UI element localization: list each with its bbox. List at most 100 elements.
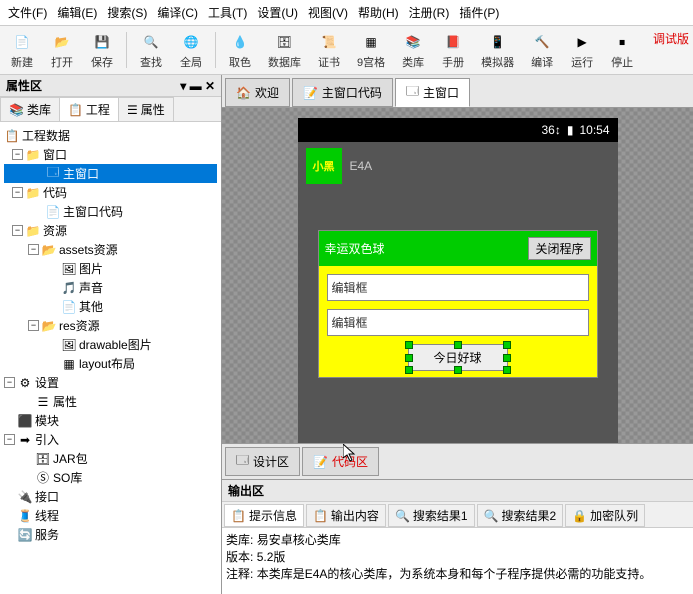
doc-tab[interactable]: 🏠欢迎 [225,78,290,107]
prop-icon: ☰ [127,103,138,117]
menu-view[interactable]: 视图(V) [304,2,352,23]
resize-handle[interactable] [454,341,462,349]
toolbar-stop[interactable]: ⏹停止 [604,28,640,72]
resize-handle[interactable] [405,354,413,362]
resize-handle[interactable] [405,366,413,374]
doc-tab[interactable]: 📝主窗口代码 [292,78,393,107]
menu-tools[interactable]: 工具(T) [204,2,251,23]
doc-tab[interactable]: 🗔主窗口 [395,78,470,107]
tree-jar[interactable]: 🗄JAR包 [4,449,217,468]
resize-handle[interactable] [503,341,511,349]
bottom-tab[interactable]: 🗔设计区 [225,447,300,476]
collapse-icon[interactable]: − [12,149,23,160]
project-tree[interactable]: 📋工程数据 −📁窗口 🗔主窗口 −📁代码 📄主窗口代码 −📁资源 −📂asset… [0,122,221,594]
collapse-icon[interactable]: − [28,320,39,331]
left-tab-prop[interactable]: ☰属性 [118,97,174,121]
tree-other[interactable]: 📄其他 [4,297,217,316]
close-program-button[interactable]: 关闭程序 [528,237,590,260]
signal-icon: 36↕ [542,123,561,137]
tree-code[interactable]: −📁代码 [4,183,217,202]
tree-import[interactable]: −➡引入 [4,430,217,449]
toolbar-book[interactable]: 📕手册 [435,28,471,72]
resize-handle[interactable] [454,366,462,374]
toolbar-compile[interactable]: 🔨编译 [524,28,560,72]
tree-main-code[interactable]: 📄主窗口代码 [4,202,217,221]
tree-layout[interactable]: ▦layout布局 [4,354,217,373]
output-tab[interactable]: 🔍搜索结果2 [477,504,564,527]
toolbar-cert[interactable]: 📜证书 [311,28,347,72]
collapse-icon[interactable]: − [12,187,23,198]
tree-thread[interactable]: 🧵线程 [4,506,217,525]
output-tab[interactable]: 📋提示信息 [224,504,304,527]
toolbar-lib[interactable]: 📚类库 [395,28,431,72]
menu-register[interactable]: 注册(R) [405,2,454,23]
tab-label: 欢迎 [255,84,279,101]
resize-handle[interactable] [503,354,511,362]
tree-property[interactable]: ☰属性 [4,392,217,411]
tree-root[interactable]: 📋工程数据 [4,126,217,145]
toolbar-globe[interactable]: 🌐全局 [173,28,209,72]
toolbar-grid9[interactable]: ▦9宫格 [351,28,391,72]
tree-res[interactable]: −📂res资源 [4,316,217,335]
toolbar-play[interactable]: ▶运行 [564,28,600,72]
music-icon: 🎵 [61,280,77,296]
panel-controls: ▾ ▬ ✕ [180,79,215,93]
menu-help[interactable]: 帮助(H) [354,2,403,23]
resize-handle[interactable] [405,341,413,349]
left-tab-proj[interactable]: 📋工程 [59,97,119,121]
collapse-icon[interactable]: − [4,434,15,445]
tree-image[interactable]: 🖼图片 [4,259,217,278]
compile-icon: 🔨 [530,30,554,54]
panel-title-bar: 属性区 ▾ ▬ ✕ [0,75,221,97]
phone-body[interactable]: 幸运双色球 关闭程序 编辑框 编辑框 今日好球 [298,190,618,443]
output-tab[interactable]: 🔍搜索结果1 [388,504,475,527]
toolbar-folder-open[interactable]: 📂打开 [44,28,80,72]
toolbar-label: 取色 [229,54,251,70]
image-icon: 🖼 [61,337,77,353]
toolbar-phone[interactable]: 📱模拟器 [475,28,520,72]
output-tab[interactable]: 📋输出内容 [306,504,386,527]
tab-label: 代码区 [332,453,368,470]
tree-module[interactable]: ⬛模块 [4,411,217,430]
today-ball-button[interactable]: 今日好球 [408,344,508,371]
collapse-icon[interactable]: − [4,377,15,388]
resize-handle[interactable] [503,366,511,374]
toolbar-dropper[interactable]: 💧取色 [222,28,258,72]
menu-edit[interactable]: 编辑(E) [53,2,101,23]
output-tab[interactable]: 🔒加密队列 [565,504,645,527]
toolbar-search[interactable]: 🔍查找 [133,28,169,72]
menu-compile[interactable]: 编译(C) [153,2,202,23]
tab-label: 加密队列 [590,507,638,524]
disk-icon: 💾 [90,30,114,54]
menu-search[interactable]: 搜索(S) [103,2,151,23]
left-tab-lib[interactable]: 📚类库 [0,97,60,121]
menu-settings[interactable]: 设置(U) [253,2,302,23]
tree-resources[interactable]: −📁资源 [4,221,217,240]
tree-label: 窗口 [43,146,67,163]
tree-service[interactable]: 🔄服务 [4,525,217,544]
tree-main-window[interactable]: 🗔主窗口 [4,164,217,183]
tree-sound[interactable]: 🎵声音 [4,278,217,297]
bottom-tab[interactable]: 📝代码区 [302,447,379,476]
yellow-panel[interactable]: 幸运双色球 关闭程序 编辑框 编辑框 今日好球 [318,230,598,378]
tree-assets[interactable]: −📂assets资源 [4,240,217,259]
menu-file[interactable]: 文件(F) [4,2,51,23]
tree-label: 模块 [35,412,59,429]
collapse-icon[interactable]: − [12,225,23,236]
editor-area: 🏠欢迎📝主窗口代码🗔主窗口 36↕ ▮ 10:54 小黑 E4A 幸运双色球 [222,75,693,594]
tree-settings[interactable]: −⚙设置 [4,373,217,392]
cert-icon: 📜 [317,30,341,54]
designer-canvas[interactable]: 36↕ ▮ 10:54 小黑 E4A 幸运双色球 关闭程序 编辑框 编 [222,108,693,443]
collapse-icon[interactable]: − [28,244,39,255]
tree-window[interactable]: −📁窗口 [4,145,217,164]
tree-drawable[interactable]: 🖼drawable图片 [4,335,217,354]
edit-box-2[interactable]: 编辑框 [327,309,589,336]
folder-icon: 📁 [25,185,41,201]
toolbar-file-new[interactable]: 📄新建 [4,28,40,72]
tree-so[interactable]: ⓈSO库 [4,468,217,487]
toolbar-disk[interactable]: 💾保存 [84,28,120,72]
edit-box-1[interactable]: 编辑框 [327,274,589,301]
tree-interface[interactable]: 🔌接口 [4,487,217,506]
toolbar-db[interactable]: 🗄数据库 [262,28,307,72]
menu-plugins[interactable]: 插件(P) [455,2,503,23]
